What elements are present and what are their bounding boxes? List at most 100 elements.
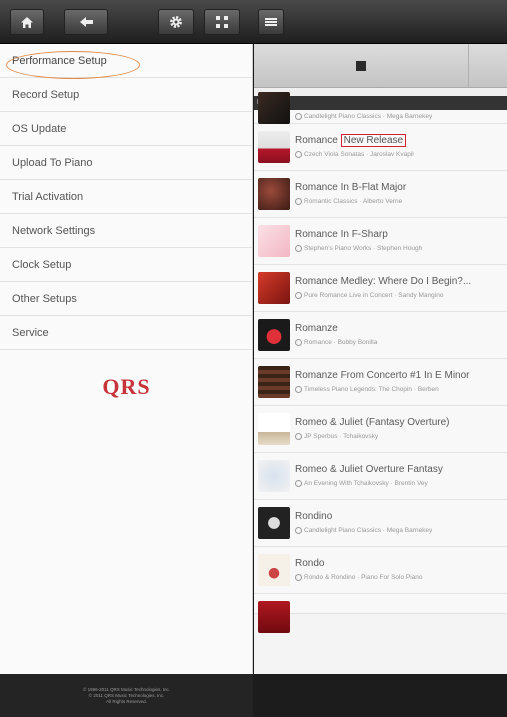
song-title: Romance Medley: Where Do I Begin?... xyxy=(295,276,472,287)
song-artist: JP Sperbus · Tchaikovsky xyxy=(304,433,379,441)
sidebar-item-upload-to-piano[interactable]: Upload To Piano xyxy=(0,146,252,180)
song-subtitle: Candlelight Piano Classics · Mega Barnek… xyxy=(295,527,432,534)
list-item[interactable]: Rondino Candlelight Piano Classics · Meg… xyxy=(254,500,507,547)
song-subtitle: Rondo & Rondino · Piano For Solo Piano xyxy=(295,574,423,581)
song-title: Romeo & Juliet (Fantasy Overture) xyxy=(295,417,450,428)
top-toolbar xyxy=(0,0,507,44)
album-icon xyxy=(295,339,302,346)
sidebar-item-label: Trial Activation xyxy=(12,190,84,203)
album-icon xyxy=(295,480,302,487)
grid-icon xyxy=(216,16,228,28)
spacer xyxy=(254,88,507,96)
album-art xyxy=(258,413,290,445)
song-subtitle: Romance · Bobby Bonilla xyxy=(295,339,377,346)
song-subtitle: Timeless Piano Legends: The Chopin · Ber… xyxy=(295,386,439,393)
back-arrow-icon xyxy=(79,17,93,27)
song-title: Romance xyxy=(295,135,338,146)
sidebar-item-other-setups[interactable]: Other Setups xyxy=(0,282,252,316)
song-artist: Pure Romance Live in Concert · Sandy Man… xyxy=(304,292,444,300)
stop-button[interactable] xyxy=(254,44,469,88)
album-icon xyxy=(295,198,302,205)
list-item[interactable]: Romeo & Juliet Overture Fantasy An Eveni… xyxy=(254,453,507,500)
sidebar-item-label: Service xyxy=(12,326,49,339)
album-art xyxy=(258,225,290,257)
home-button[interactable] xyxy=(10,9,44,35)
album-art xyxy=(258,319,290,351)
copyright-line: All Rights Reserved. xyxy=(106,698,147,704)
song-title: Romeo & Juliet Overture Fantasy xyxy=(295,464,443,475)
song-artist: Stephen's Piano Works · Stephen Hough xyxy=(304,245,423,253)
list-item[interactable]: Romance Medley: Where Do I Begin?... Pur… xyxy=(254,265,507,312)
sidebar-item-network-settings[interactable]: Network Settings xyxy=(0,214,252,248)
song-title: Romanze xyxy=(295,323,338,334)
new-release-badge: New Release xyxy=(340,134,407,147)
album-art xyxy=(258,554,290,586)
song-subtitle: Candlelight Piano Classics · Mega Barnek… xyxy=(295,113,432,120)
song-artist: Romantic Classics · Alberto Verne xyxy=(304,198,403,206)
sidebar-item-label: Other Setups xyxy=(12,292,77,305)
list-item[interactable]: Romanze From Concerto #1 In E Minor Time… xyxy=(254,359,507,406)
back-button[interactable] xyxy=(64,9,108,35)
song-subtitle: Romantic Classics · Alberto Verne xyxy=(295,198,402,205)
list-item[interactable]: Rondo Rondo & Rondino · Piano For Solo P… xyxy=(254,547,507,594)
album-icon xyxy=(295,386,302,393)
album-icon xyxy=(295,527,302,534)
list-item[interactable]: Romanze Romance · Bobby Bonilla xyxy=(254,312,507,359)
album-art xyxy=(258,272,290,304)
song-title: Rondo xyxy=(295,558,325,569)
song-title-row: Romance New Release xyxy=(295,134,407,147)
song-subtitle: Czech Viola Sonatas · Jaroslav Kvapil xyxy=(295,151,414,158)
gear-icon xyxy=(170,16,182,28)
settings-button[interactable] xyxy=(158,9,194,35)
album-art xyxy=(258,131,290,163)
sidebar-item-label: OS Update xyxy=(12,122,67,135)
list-item[interactable]: Romance In B-Flat Major Romantic Classic… xyxy=(254,171,507,218)
song-subtitle: JP Sperbus · Tchaikovsky xyxy=(295,433,378,440)
stop-icon xyxy=(356,61,366,71)
song-title: Romanze From Concerto #1 In E Minor xyxy=(295,370,470,381)
segmented-control xyxy=(254,44,507,88)
sidebar-item-service[interactable]: Service xyxy=(0,316,252,350)
list-item[interactable]: Romance In F-Sharp Stephen's Piano Works… xyxy=(254,218,507,265)
album-icon xyxy=(295,292,302,299)
list-item[interactable]: Romance New Release Czech Viola Sonatas … xyxy=(254,124,507,171)
song-artist: Czech Viola Sonatas · Jaroslav Kvapil xyxy=(304,151,414,159)
song-artist: Timeless Piano Legends: The Chopin · Ber… xyxy=(304,386,439,394)
settings-sidebar: Performance Setup Record Setup OS Update… xyxy=(0,44,253,674)
sidebar-item-trial-activation[interactable]: Trial Activation xyxy=(0,180,252,214)
album-art xyxy=(258,507,290,539)
album-icon xyxy=(295,433,302,440)
song-list-panel: R Candlelight Piano Classics · Mega Barn… xyxy=(254,44,507,674)
song-artist: Candlelight Piano Classics · Mega Barnek… xyxy=(304,527,433,535)
qrs-logo: QRS xyxy=(102,374,151,399)
grid-button[interactable] xyxy=(204,9,240,35)
album-icon xyxy=(295,574,302,581)
song-artist: Candlelight Piano Classics · Mega Barnek… xyxy=(304,113,433,121)
list-item[interactable]: Candlelight Piano Classics · Mega Barnek… xyxy=(254,92,507,124)
sidebar-item-record-setup[interactable]: Record Setup xyxy=(0,78,252,112)
sidebar-item-label: Clock Setup xyxy=(12,258,72,271)
album-icon xyxy=(295,151,302,158)
sidebar-item-performance-setup[interactable]: Performance Setup xyxy=(0,44,252,79)
song-artist: Rondo & Rondino · Piano For Solo Piano xyxy=(304,574,423,582)
sidebar-item-label: Record Setup xyxy=(12,88,80,101)
sidebar-item-label: Network Settings xyxy=(12,224,96,237)
list-item[interactable] xyxy=(254,594,507,633)
copyright-block: © 1996-2011 QRS Music Technologies, Inc.… xyxy=(0,674,253,717)
album-art xyxy=(258,92,290,124)
album-icon xyxy=(295,113,302,120)
sidebar-item-os-update[interactable]: OS Update xyxy=(0,112,252,146)
menu-button[interactable] xyxy=(258,9,284,35)
sidebar-item-clock-setup[interactable]: Clock Setup xyxy=(0,248,252,282)
sidebar-item-label: Upload To Piano xyxy=(12,156,93,169)
song-title: Romance In B-Flat Major xyxy=(295,182,407,193)
album-art xyxy=(258,601,290,633)
sidebar-item-label: Performance Setup xyxy=(12,54,107,67)
footer: © 1996-2011 QRS Music Technologies, Inc.… xyxy=(0,674,507,717)
list-item[interactable]: Romeo & Juliet (Fantasy Overture) JP Spe… xyxy=(254,406,507,453)
song-title: Romance In F-Sharp xyxy=(295,229,388,240)
home-icon xyxy=(21,16,33,28)
album-art xyxy=(258,366,290,398)
menu-icon xyxy=(265,18,277,26)
song-artist: An Evening With Tchaikovsky · Brentin Ve… xyxy=(304,480,428,488)
